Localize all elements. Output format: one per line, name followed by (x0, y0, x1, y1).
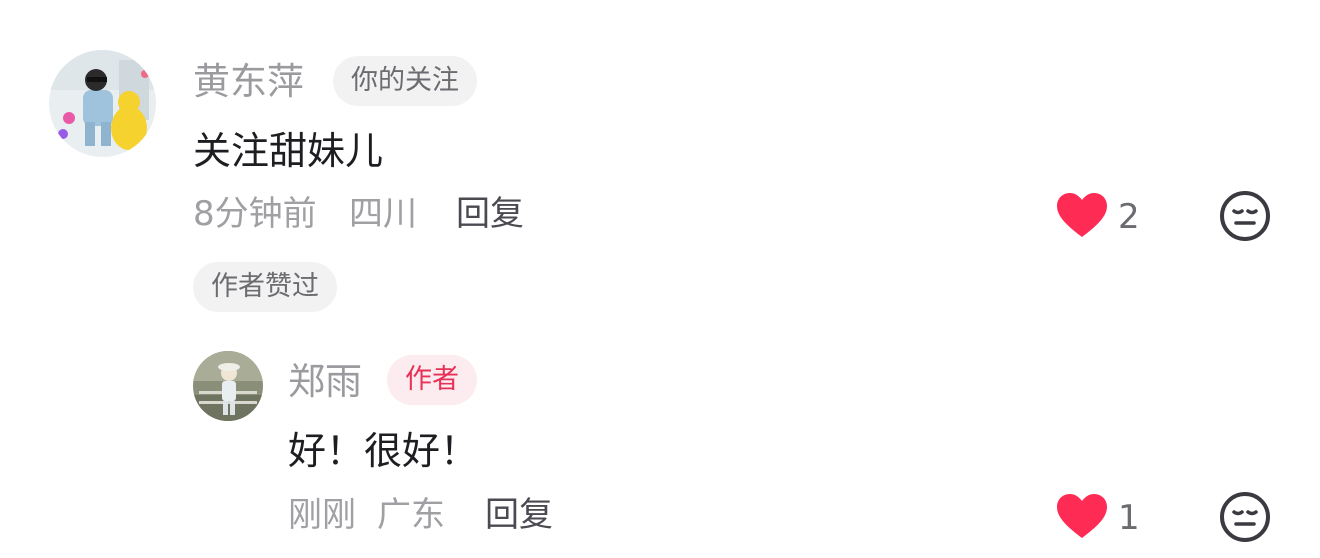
avatar-photo-icon (49, 50, 156, 157)
comment-time: 刚刚 (288, 495, 356, 535)
heart-icon (1057, 494, 1107, 538)
neutral-face-icon (1220, 492, 1270, 542)
comment-time: 8分钟前 (193, 194, 317, 234)
comment-item: 黄东萍 你的关注 关注甜妹儿 8分钟前 四川 回复 2 作者赞过 (0, 0, 1320, 330)
reply-item: 郑雨 作者 好！很好！ 刚刚 广东 回复 1 (0, 340, 1320, 558)
reply-button[interactable]: 回复 (485, 494, 553, 536)
commenter-avatar[interactable] (193, 351, 263, 421)
heart-icon (1057, 193, 1107, 237)
like-button[interactable] (1056, 193, 1108, 239)
like-button[interactable] (1056, 494, 1108, 540)
dislike-button[interactable] (1219, 190, 1271, 242)
avatar-photo-icon (193, 351, 263, 421)
following-badge: 你的关注 (333, 56, 477, 106)
like-count: 1 (1118, 498, 1140, 538)
commenter-name[interactable]: 郑雨 (288, 360, 362, 404)
dislike-button[interactable] (1219, 491, 1271, 543)
like-count: 2 (1118, 197, 1140, 237)
comment-location: 四川 (349, 194, 417, 234)
comment-text: 关注甜妹儿 (193, 129, 384, 173)
neutral-face-icon (1220, 191, 1270, 241)
commenter-name[interactable]: 黄东萍 (193, 60, 304, 104)
author-liked-badge: 作者赞过 (193, 262, 337, 312)
author-badge: 作者 (387, 355, 477, 405)
commenter-avatar[interactable] (49, 50, 156, 157)
comment-location: 广东 (377, 495, 445, 535)
comment-text: 好！很好！ (288, 429, 479, 473)
reply-button[interactable]: 回复 (456, 193, 524, 235)
